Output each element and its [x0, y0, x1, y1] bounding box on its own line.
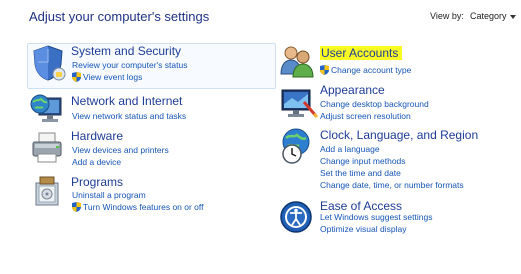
- link-change-desktop-background[interactable]: Change desktop background: [320, 99, 429, 109]
- link-add-language[interactable]: Add a language: [320, 144, 380, 154]
- category-title-programs[interactable]: Programs: [71, 175, 123, 189]
- link-set-time-date[interactable]: Set the time and date: [320, 168, 401, 178]
- category-title-network[interactable]: Network and Internet: [71, 94, 182, 108]
- programs-icon[interactable]: [32, 175, 66, 209]
- view-by-label: View by:: [430, 11, 464, 21]
- shield-icon[interactable]: [30, 44, 66, 82]
- chevron-down-icon[interactable]: [509, 14, 516, 19]
- view-by-value[interactable]: Category: [470, 11, 507, 21]
- link-view-network-status[interactable]: View network status and tasks: [72, 111, 186, 121]
- link-turn-windows-features[interactable]: Turn Windows features on or off: [72, 202, 203, 212]
- link-change-date-time-formats[interactable]: Change date, time, or number formats: [320, 180, 464, 190]
- uac-shield-icon: [72, 202, 81, 212]
- link-change-account-type[interactable]: Change account type: [320, 65, 411, 75]
- printer-icon[interactable]: [29, 130, 67, 166]
- category-title-user-accounts[interactable]: User Accounts: [320, 46, 403, 60]
- uac-shield-icon: [320, 65, 329, 75]
- link-add-device[interactable]: Add a device: [72, 157, 121, 167]
- category-title-system-security[interactable]: System and Security: [71, 44, 181, 58]
- ease-of-access-icon[interactable]: [279, 200, 313, 234]
- link-let-windows-suggest[interactable]: Let Windows suggest settings: [320, 212, 432, 222]
- link-change-account-type-label: Change account type: [331, 65, 412, 75]
- link-turn-windows-features-label: Turn Windows features on or off: [83, 202, 204, 212]
- link-uninstall-program[interactable]: Uninstall a program: [72, 190, 146, 200]
- users-icon[interactable]: [278, 44, 316, 78]
- page-title: Adjust your computer's settings: [29, 9, 210, 24]
- globe-network-icon[interactable]: [29, 92, 67, 124]
- link-view-event-logs[interactable]: View event logs: [72, 72, 142, 82]
- link-view-event-logs-label: View event logs: [83, 72, 143, 82]
- link-change-input-methods[interactable]: Change input methods: [320, 156, 406, 166]
- appearance-icon[interactable]: [278, 86, 318, 120]
- category-title-clock-language-region[interactable]: Clock, Language, and Region: [320, 128, 478, 142]
- uac-shield-icon: [72, 72, 81, 82]
- view-by-dropdown[interactable]: Category: [470, 11, 516, 21]
- link-adjust-screen-resolution[interactable]: Adjust screen resolution: [320, 111, 411, 121]
- link-review-status[interactable]: Review your computer's status: [72, 60, 187, 70]
- clock-globe-icon[interactable]: [278, 126, 318, 166]
- category-title-ease-of-access[interactable]: Ease of Access: [320, 199, 402, 213]
- link-view-devices-printers[interactable]: View devices and printers: [72, 145, 169, 155]
- category-title-appearance[interactable]: Appearance: [320, 83, 385, 97]
- category-title-hardware[interactable]: Hardware: [71, 129, 123, 143]
- link-optimize-visual-display[interactable]: Optimize visual display: [320, 224, 406, 234]
